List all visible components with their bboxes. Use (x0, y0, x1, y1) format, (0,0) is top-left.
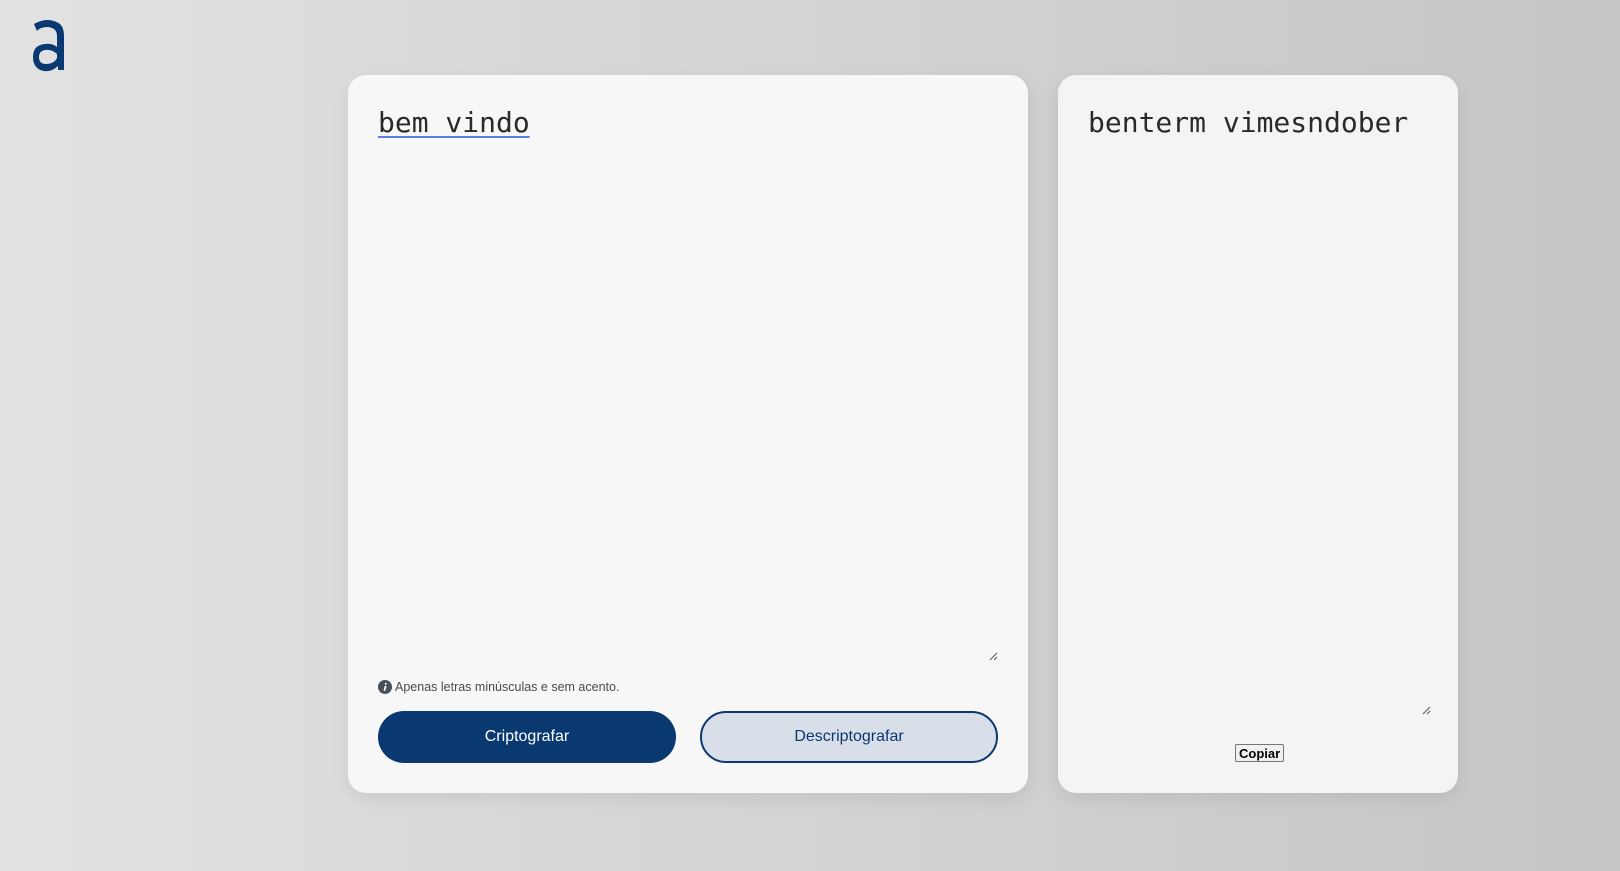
copy-button[interactable]: Copiar (1235, 744, 1285, 762)
hint-text: Apenas letras minúsculas e sem acento. (395, 680, 620, 694)
info-icon (378, 680, 392, 694)
message-input[interactable]: bem vindo (378, 105, 998, 661)
result-output[interactable]: benterm vimesndober (1088, 105, 1431, 715)
message-input-text: bem vindo (378, 106, 530, 139)
encrypt-button[interactable]: Criptografar (378, 711, 676, 763)
decrypt-button[interactable]: Descriptografar (700, 711, 998, 763)
input-card: bem vindo Apenas letras minúsculas e sem… (348, 75, 1028, 793)
resize-handle-icon[interactable] (989, 652, 998, 661)
alura-logo-icon (33, 20, 64, 72)
output-card: benterm vimesndober Copiar (1058, 75, 1458, 793)
input-hint: Apenas letras minúsculas e sem acento. (378, 680, 619, 694)
resize-handle-icon[interactable] (1422, 706, 1431, 715)
result-output-text: benterm vimesndober (1088, 106, 1409, 139)
